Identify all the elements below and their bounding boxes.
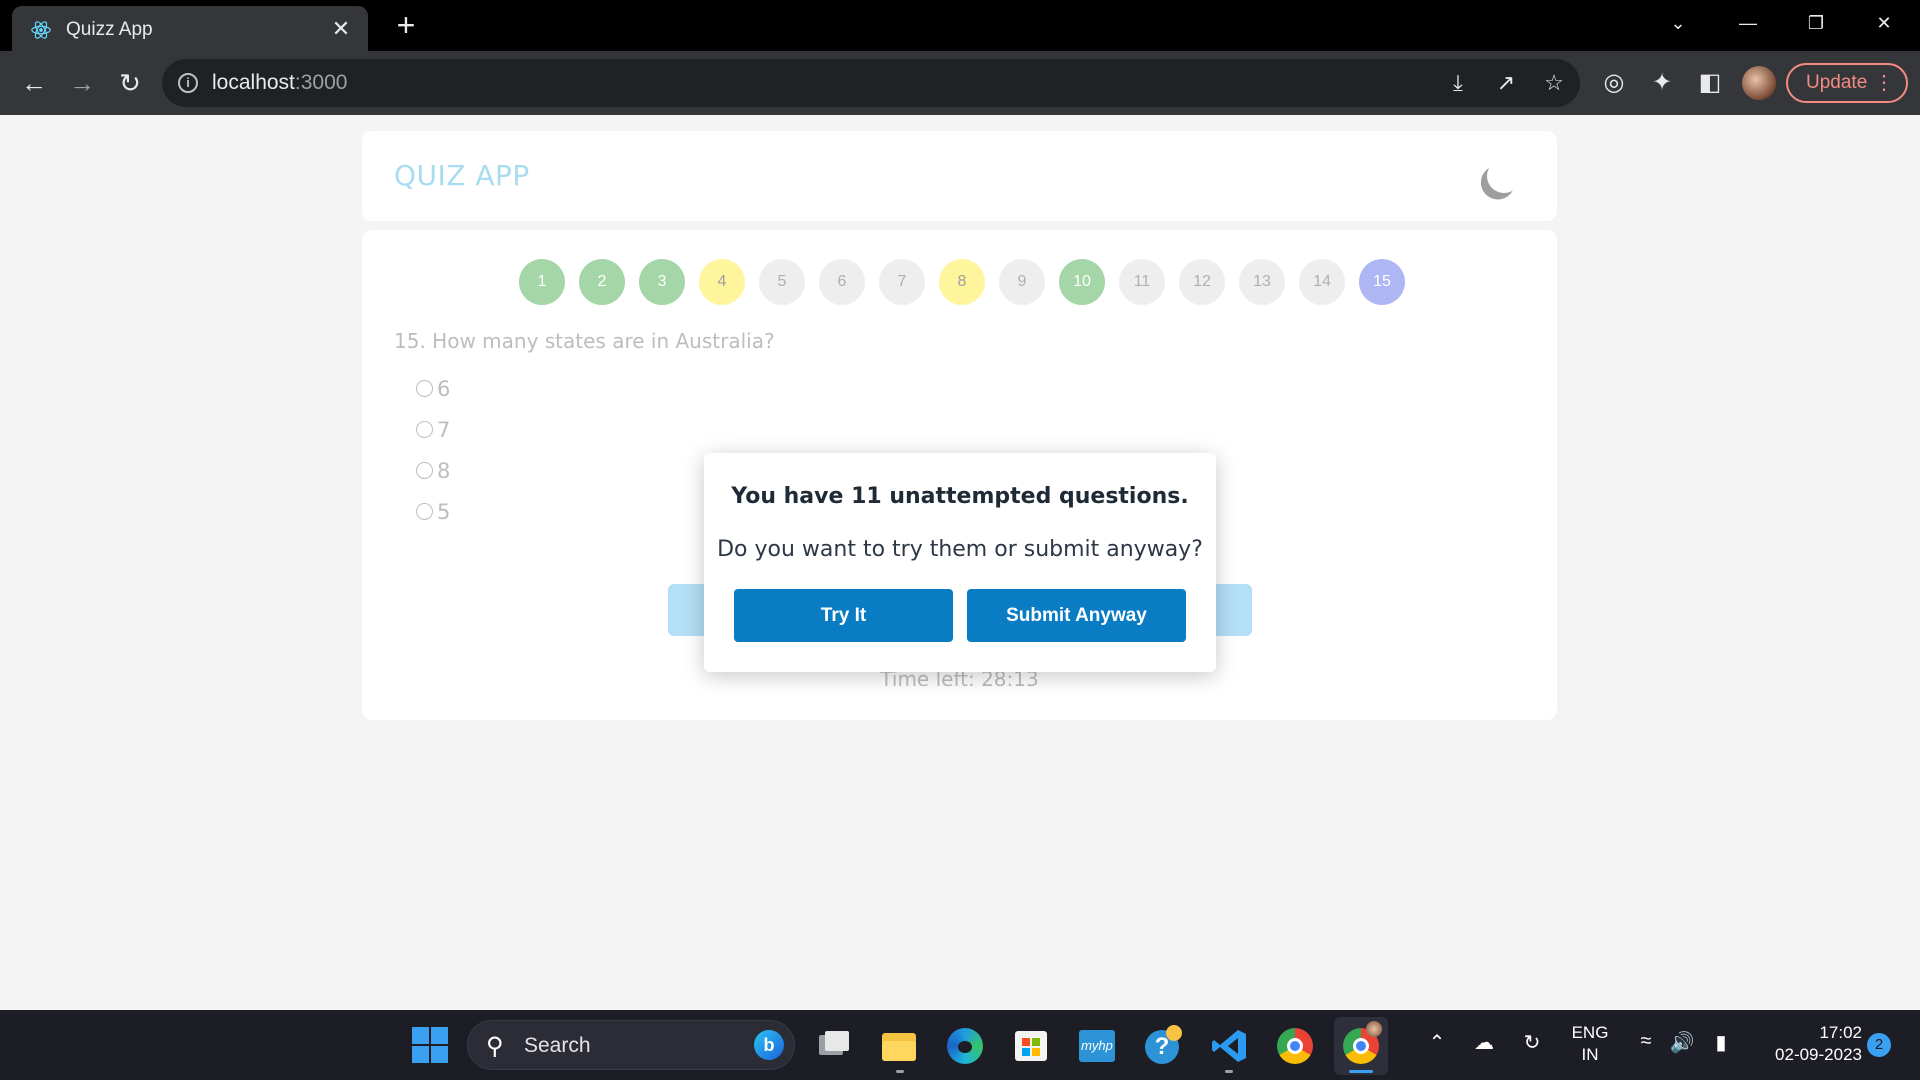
submit-anyway-button[interactable]: Submit Anyway [967,589,1186,642]
update-button[interactable]: Update ⋮ [1786,63,1908,103]
answer-option[interactable]: 6 [416,368,450,409]
app-title: QUIZ APP [394,159,530,192]
radio-button[interactable] [416,503,433,520]
option-label: 6 [437,376,451,401]
menu-dots-icon[interactable]: ⋮ [1874,65,1894,101]
react-logo-icon [31,21,51,39]
microsoft-store-icon[interactable] [1012,1027,1050,1065]
profile-avatar[interactable] [1742,66,1776,100]
share-icon[interactable]: ↗ [1492,69,1520,97]
install-app-icon[interactable]: ⤓ [1444,69,1472,97]
option-label: 5 [437,499,451,524]
vscode-icon[interactable] [1210,1027,1248,1065]
answer-option[interactable]: 5 [416,491,450,532]
battery-icon[interactable]: ▮ [1706,1030,1736,1055]
site-info-icon[interactable]: i [178,73,198,93]
chrome-icon[interactable] [1276,1027,1314,1065]
question-nav-button[interactable]: 4 [699,259,745,305]
question-nav-button[interactable]: 2 [579,259,625,305]
question-nav-button[interactable]: 10 [1059,259,1105,305]
question-nav-button[interactable]: 7 [879,259,925,305]
dialog-title: You have 11 unattempted questions. [731,484,1189,509]
sync-icon[interactable]: ↻ [1518,1030,1546,1055]
radio-button[interactable] [416,421,433,438]
minimize-icon[interactable]: — [1728,8,1768,38]
tab-title: Quizz App [66,19,153,40]
side-panel-icon[interactable]: ◧ [1692,65,1728,101]
extension-target-icon[interactable]: ◎ [1596,65,1632,101]
radio-button[interactable] [416,380,433,397]
myhp-icon[interactable]: myhp [1078,1027,1116,1065]
bing-icon[interactable]: b [754,1030,784,1060]
reload-icon[interactable]: ↻ [112,65,148,101]
task-view-icon[interactable] [815,1027,853,1065]
answer-options: 6 7 8 5 [416,368,450,532]
running-indicator [896,1070,904,1073]
taskbar-search[interactable]: ⚲ Search b [467,1020,795,1070]
try-it-button[interactable]: Try It [734,589,953,642]
unattempted-dialog: You have 11 unattempted questions. Do yo… [704,453,1216,672]
option-label: 7 [437,417,451,442]
running-indicator [1225,1070,1233,1073]
browser-tab-strip: Quizz App ✕ + ⌄ — ❐ ✕ [0,0,1920,51]
question-nav-button[interactable]: 13 [1239,259,1285,305]
option-label: 8 [437,458,451,483]
volume-icon[interactable]: 🔊 [1668,1030,1696,1055]
edge-browser-icon[interactable] [946,1027,984,1065]
question-text: 15. How many states are in Australia? [394,329,775,353]
answer-option[interactable]: 7 [416,409,450,450]
browser-tab[interactable]: Quizz App ✕ [12,6,368,51]
notification-badge[interactable]: 2 [1867,1033,1891,1057]
url-text[interactable]: localhost:3000 [212,71,347,95]
chrome-profile-icon[interactable] [1334,1017,1388,1075]
get-help-icon[interactable]: ? [1144,1025,1182,1065]
question-nav-button[interactable]: 3 [639,259,685,305]
question-nav-button[interactable]: 12 [1179,259,1225,305]
window-close-icon[interactable]: ✕ [1864,8,1904,38]
back-arrow-icon[interactable]: ← [16,65,52,101]
restore-icon[interactable]: ❐ [1796,8,1836,38]
dialog-message: Do you want to try them or submit anyway… [717,537,1203,562]
question-nav-button[interactable]: 9 [999,259,1045,305]
windows-start-icon[interactable] [412,1027,448,1063]
bookmark-star-icon[interactable]: ☆ [1540,69,1568,97]
input-language[interactable]: ENG IN [1570,1022,1610,1066]
onedrive-error-icon[interactable]: ☁ [1470,1030,1498,1055]
search-icon: ⚲ [486,1033,504,1060]
forward-arrow-icon[interactable]: → [64,65,100,101]
question-nav-button-current[interactable]: 15 [1359,259,1405,305]
radio-button[interactable] [416,462,433,479]
browser-toolbar: ← → ↻ i localhost:3000 ⤓ ↗ ☆ ◎ ✦ ◧ Updat… [0,51,1920,115]
app-header: QUIZ APP [362,131,1557,221]
new-tab-button[interactable]: + [390,9,422,42]
system-clock[interactable]: 17:02 02-09-2023 [1746,1022,1862,1066]
answer-option[interactable]: 8 [416,450,450,491]
wifi-icon[interactable]: ≈ [1632,1030,1660,1053]
show-hidden-icons-chevron-icon[interactable]: ⌃ [1426,1030,1448,1055]
question-nav-button[interactable]: 1 [519,259,565,305]
question-nav-button[interactable]: 14 [1299,259,1345,305]
question-nav-button[interactable]: 6 [819,259,865,305]
active-indicator [1349,1070,1373,1073]
question-nav-button[interactable]: 5 [759,259,805,305]
file-explorer-icon[interactable] [880,1027,918,1065]
tab-close-icon[interactable]: ✕ [328,16,354,42]
extensions-puzzle-icon[interactable]: ✦ [1644,65,1680,101]
windows-taskbar: ⚲ Search b myhp ? ⌃ ☁ ↻ ENG IN ≈ 🔊 ▮ 17:… [0,1010,1920,1080]
tab-search-chevron-icon[interactable]: ⌄ [1658,8,1698,38]
dark-mode-moon-icon[interactable] [1482,154,1526,198]
address-bar[interactable]: i localhost:3000 ⤓ ↗ ☆ [162,59,1580,107]
question-nav-button[interactable]: 11 [1119,259,1165,305]
question-navigator: 1 2 3 4 5 6 7 8 9 10 11 12 13 14 15 [519,259,1405,305]
search-label: Search [524,1034,591,1057]
question-nav-button[interactable]: 8 [939,259,985,305]
